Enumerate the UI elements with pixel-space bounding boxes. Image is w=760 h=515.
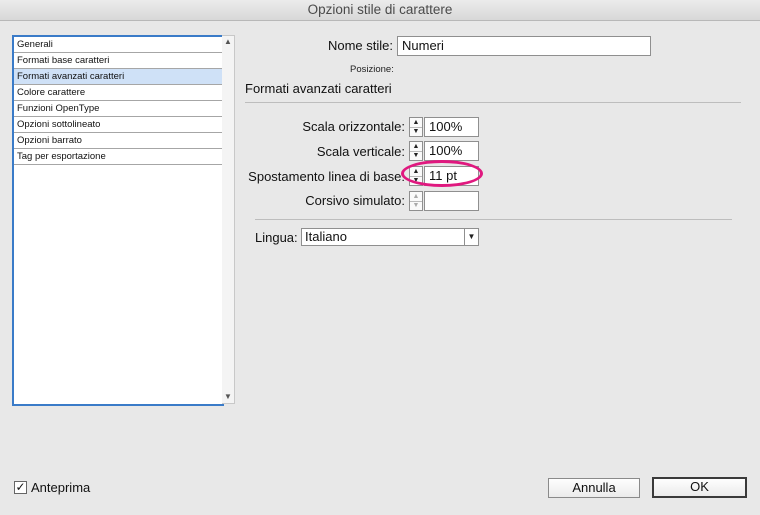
vertical-scale-stepper[interactable]: ▲ ▼ <box>409 141 423 161</box>
vertical-scale-label: Scala verticale: <box>316 144 405 159</box>
vertical-scale-input[interactable]: 100% <box>424 141 479 161</box>
skew-input[interactable] <box>424 191 479 211</box>
highlight-circle <box>401 160 483 187</box>
stepper-down-icon[interactable]: ▼ <box>410 127 422 136</box>
scroll-down-arrow-icon[interactable]: ▼ <box>222 391 234 403</box>
language-select[interactable]: Italiano ▼ <box>301 228 479 246</box>
horizontal-scale-input[interactable]: 100% <box>424 117 479 137</box>
horizontal-scale-stepper[interactable]: ▲ ▼ <box>409 117 423 137</box>
list-item-tag-esportazione[interactable]: Tag per esportazione <box>14 149 222 165</box>
style-name-label: Nome stile: <box>327 38 393 53</box>
list-item-opzioni-sottolineato[interactable]: Opzioni sottolineato <box>14 117 222 133</box>
language-label: Lingua: <box>255 230 298 245</box>
stepper-down-icon[interactable]: ▼ <box>410 201 422 210</box>
list-item-formati-base[interactable]: Formati base caratteri <box>14 53 222 69</box>
scroll-up-arrow-icon[interactable]: ▲ <box>222 36 234 48</box>
language-value: Italiano <box>305 229 347 244</box>
skew-label: Corsivo simulato: <box>305 193 405 208</box>
language-divider <box>255 219 732 220</box>
section-divider <box>245 102 741 103</box>
list-scrollbar[interactable]: ▲ ▼ <box>222 35 235 404</box>
baseline-shift-label: Spostamento linea di base: <box>248 169 405 184</box>
horizontal-scale-label: Scala orizzontale: <box>302 119 405 134</box>
preview-checkbox[interactable]: ✓ <box>14 481 27 494</box>
list-item-generali[interactable]: Generali <box>14 37 222 53</box>
window-title: Opzioni stile di carattere <box>0 0 760 21</box>
position-label: Posizione: <box>350 64 394 75</box>
list-item-funzioni-opentype[interactable]: Funzioni OpenType <box>14 101 222 117</box>
ok-button[interactable]: OK <box>652 477 747 498</box>
list-item-formati-avanzati[interactable]: Formati avanzati caratteri <box>14 69 222 85</box>
chevron-down-icon[interactable]: ▼ <box>464 229 478 245</box>
skew-stepper[interactable]: ▲ ▼ <box>409 191 423 211</box>
section-title: Formati avanzati caratteri <box>245 81 392 96</box>
list-item-opzioni-barrato[interactable]: Opzioni barrato <box>14 133 222 149</box>
style-name-input[interactable]: Numeri <box>397 36 651 56</box>
category-list: Generali Formati base caratteri Formati … <box>12 35 224 406</box>
list-item-colore-carattere[interactable]: Colore carattere <box>14 85 222 101</box>
preview-label: Anteprima <box>31 480 91 495</box>
stepper-down-icon[interactable]: ▼ <box>410 151 422 160</box>
cancel-button[interactable]: Annulla <box>548 478 640 498</box>
